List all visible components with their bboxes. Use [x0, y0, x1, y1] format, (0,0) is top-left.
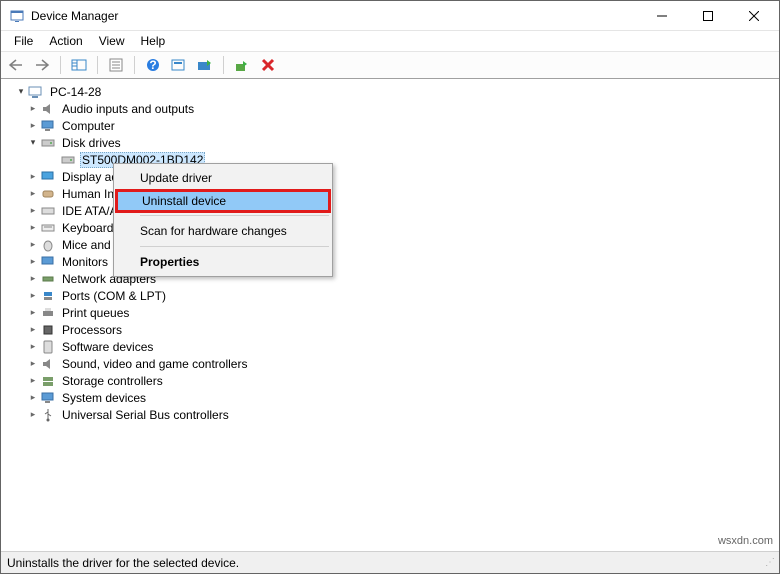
scan-icon[interactable] [168, 54, 190, 76]
expand-icon[interactable]: ▸ [27, 120, 39, 131]
monitor-icon [40, 254, 56, 270]
mouse-icon [40, 237, 56, 253]
expand-icon[interactable]: ▸ [27, 341, 39, 352]
forward-button[interactable] [31, 54, 53, 76]
minimize-button[interactable] [639, 1, 685, 30]
keyboard-icon [40, 220, 56, 236]
tree-root[interactable]: ▾ PC-14-28 [9, 83, 771, 100]
tree-category[interactable]: ▸Sound, video and game controllers [9, 355, 771, 372]
enable-icon[interactable] [231, 54, 253, 76]
disk-icon [40, 135, 56, 151]
update-driver-icon[interactable] [194, 54, 216, 76]
expand-icon[interactable]: ▸ [27, 324, 39, 335]
toolbar: ? [1, 51, 779, 79]
maximize-button[interactable] [685, 1, 731, 30]
menu-update-driver[interactable]: Update driver [116, 166, 330, 190]
menu-help[interactable]: Help [134, 32, 173, 50]
processor-icon [40, 322, 56, 338]
printer-icon [40, 305, 56, 321]
collapse-icon[interactable]: ▾ [27, 137, 39, 148]
uninstall-icon[interactable] [257, 54, 279, 76]
tree-category[interactable]: ▸Universal Serial Bus controllers [9, 406, 771, 423]
menu-separator [140, 246, 329, 247]
expand-icon[interactable]: ▸ [27, 307, 39, 318]
collapse-icon[interactable]: ▾ [15, 86, 27, 97]
computer-icon [40, 118, 56, 134]
device-tree[interactable]: ▾ PC-14-28 ▸Audio inputs and outputs ▸Co… [9, 83, 771, 547]
tree-category-disk-drives[interactable]: ▾Disk drives [9, 134, 771, 151]
window-title: Device Manager [31, 9, 639, 23]
computer-icon [28, 84, 44, 100]
expand-icon[interactable]: ▸ [27, 358, 39, 369]
expand-icon[interactable]: ▸ [27, 171, 39, 182]
expand-icon[interactable]: ▸ [27, 409, 39, 420]
hid-icon [40, 186, 56, 202]
network-icon [40, 271, 56, 287]
sound-icon [40, 356, 56, 372]
tree-category[interactable]: ▸Processors [9, 321, 771, 338]
tree-category[interactable]: ▸Print queues [9, 304, 771, 321]
expand-icon[interactable]: ▸ [27, 256, 39, 267]
statusbar: Uninstalls the driver for the selected d… [1, 551, 779, 573]
menu-uninstall-device[interactable]: Uninstall device [115, 189, 331, 213]
storage-icon [40, 373, 56, 389]
tree-category[interactable]: ▸Ports (COM & LPT) [9, 287, 771, 304]
app-icon [9, 8, 25, 24]
disk-icon [60, 152, 76, 168]
expand-icon[interactable]: ▸ [27, 239, 39, 250]
tree-category[interactable]: ▸Software devices [9, 338, 771, 355]
menu-separator [140, 215, 329, 216]
software-icon [40, 339, 56, 355]
system-icon [40, 390, 56, 406]
menu-scan-hardware[interactable]: Scan for hardware changes [116, 219, 330, 243]
expand-icon[interactable]: ▸ [27, 188, 39, 199]
menu-properties[interactable]: Properties [116, 250, 330, 274]
properties-icon[interactable] [105, 54, 127, 76]
expand-icon[interactable]: ▸ [27, 290, 39, 301]
expand-icon[interactable]: ▸ [27, 392, 39, 403]
expand-icon[interactable]: ▸ [27, 375, 39, 386]
menubar: File Action View Help [1, 31, 779, 51]
watermark: wsxdn.com [718, 535, 773, 547]
ide-icon [40, 203, 56, 219]
expand-icon[interactable]: ▸ [27, 222, 39, 233]
titlebar: Device Manager [1, 1, 779, 31]
resize-grip[interactable]: ⋰ [765, 557, 773, 568]
show-hidden-icon[interactable] [68, 54, 90, 76]
status-text: Uninstalls the driver for the selected d… [7, 556, 239, 570]
expand-icon[interactable]: ▸ [27, 103, 39, 114]
menu-view[interactable]: View [92, 32, 132, 50]
tree-category[interactable]: ▸Computer [9, 117, 771, 134]
expand-icon[interactable]: ▸ [27, 205, 39, 216]
tree-category[interactable]: ▸System devices [9, 389, 771, 406]
context-menu: Update driver Uninstall device Scan for … [113, 163, 333, 277]
help-icon[interactable]: ? [142, 54, 164, 76]
port-icon [40, 288, 56, 304]
display-icon [40, 169, 56, 185]
tree-category[interactable]: ▸Storage controllers [9, 372, 771, 389]
menu-action[interactable]: Action [42, 32, 89, 50]
menu-file[interactable]: File [7, 32, 40, 50]
svg-text:?: ? [149, 58, 156, 72]
back-button[interactable] [5, 54, 27, 76]
expand-icon[interactable]: ▸ [27, 273, 39, 284]
tree-category[interactable]: ▸Audio inputs and outputs [9, 100, 771, 117]
audio-icon [40, 101, 56, 117]
usb-icon [40, 407, 56, 423]
close-button[interactable] [731, 1, 777, 30]
